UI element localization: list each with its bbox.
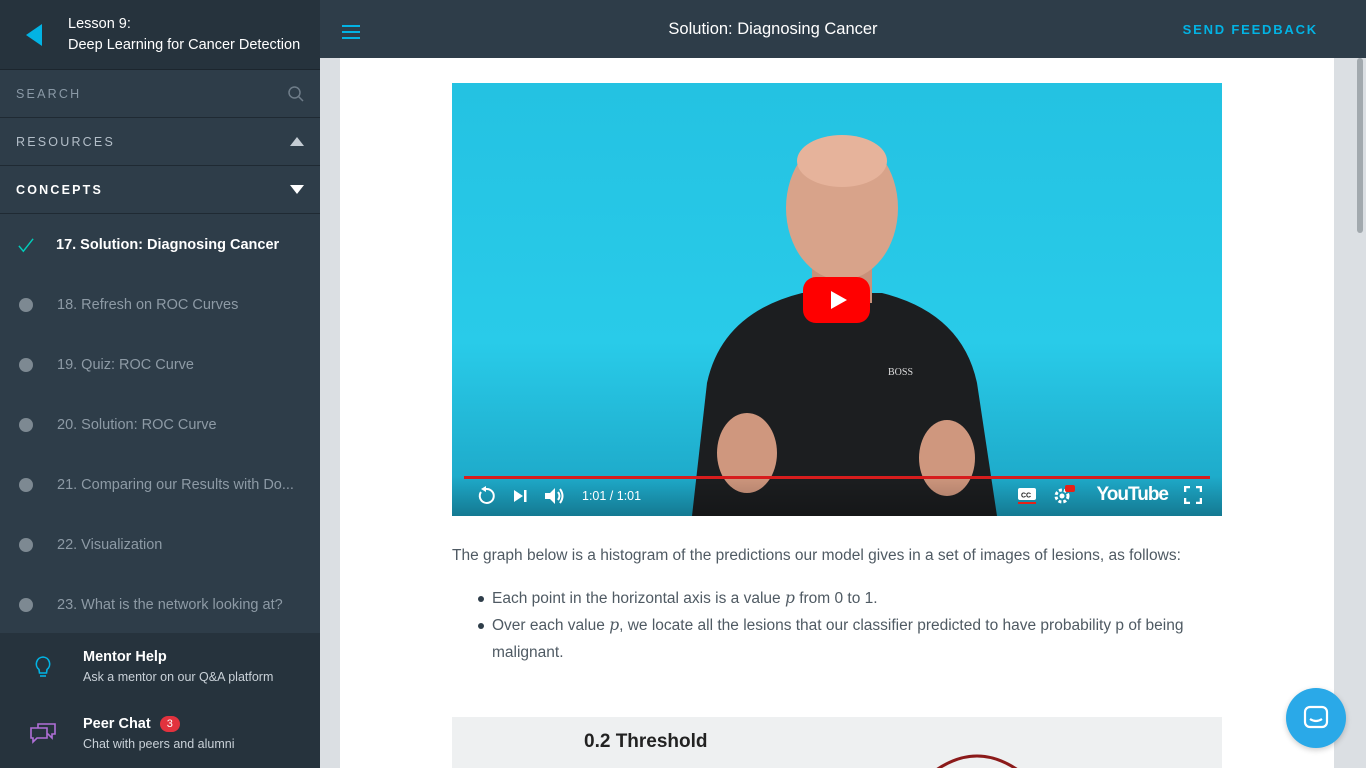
status-dot-icon bbox=[19, 538, 33, 552]
video-controls-right: CC YouTube bbox=[1017, 484, 1202, 506]
resources-label: RESOURCES bbox=[16, 134, 115, 149]
settings-gear-icon[interactable] bbox=[1053, 485, 1075, 505]
video-controls: 1:01 / 1:01 CC YouTube bbox=[452, 476, 1222, 516]
play-button[interactable] bbox=[803, 277, 870, 323]
play-icon bbox=[830, 291, 847, 309]
lightbulb-icon bbox=[35, 655, 51, 677]
concept-list: 17. Solution: Diagnosing Cancer 18. Refr… bbox=[0, 215, 320, 633]
bullet-list: Each point in the horizontal axis is a v… bbox=[452, 585, 1222, 666]
mentor-help-link[interactable]: Mentor Help Ask a mentor on our Q&A plat… bbox=[0, 633, 320, 700]
concept-label: 20. Solution: ROC Curve bbox=[57, 417, 217, 433]
lesson-header: Lesson 9: Deep Learning for Cancer Detec… bbox=[0, 0, 320, 70]
concept-item-18[interactable]: 18. Refresh on ROC Curves bbox=[0, 275, 320, 335]
back-arrow-icon bbox=[26, 23, 42, 46]
mentor-help-subtitle: Ask a mentor on our Q&A platform bbox=[83, 670, 274, 684]
search-icon[interactable] bbox=[288, 85, 304, 102]
back-button[interactable] bbox=[0, 0, 68, 70]
svg-text:CC: CC bbox=[1021, 493, 1031, 500]
concepts-toggle[interactable]: CONCEPTS bbox=[0, 166, 320, 214]
page-scrollbar-thumb[interactable] bbox=[1357, 58, 1363, 233]
concept-item-17[interactable]: 17. Solution: Diagnosing Cancer bbox=[0, 215, 320, 275]
video-time: 1:01 / 1:01 bbox=[582, 489, 642, 503]
status-dot-icon bbox=[19, 298, 33, 312]
resources-toggle[interactable]: RESOURCES bbox=[0, 118, 320, 166]
bullet-text: Each point in the horizontal axis is a v… bbox=[492, 590, 785, 607]
concept-item-22[interactable]: 22. Visualization bbox=[0, 515, 320, 575]
peer-chat-subtitle: Chat with peers and alumni bbox=[83, 737, 235, 751]
status-dot-icon bbox=[19, 598, 33, 612]
figure-curve bbox=[936, 754, 1018, 768]
concept-item-21[interactable]: 21. Comparing our Results with Do... bbox=[0, 455, 320, 515]
chevron-down-icon bbox=[290, 185, 304, 194]
concept-item-19[interactable]: 19. Quiz: ROC Curve bbox=[0, 335, 320, 395]
top-bar: Solution: Diagnosing Cancer SEND FEEDBAC… bbox=[320, 0, 1366, 58]
fullscreen-icon[interactable] bbox=[1184, 486, 1202, 504]
concept-item-20[interactable]: 20. Solution: ROC Curve bbox=[0, 395, 320, 455]
status-dot-icon bbox=[19, 478, 33, 492]
chat-icon bbox=[30, 722, 56, 744]
concept-label: 18. Refresh on ROC Curves bbox=[57, 297, 239, 313]
mentor-help-title: Mentor Help bbox=[83, 649, 167, 665]
intro-paragraph: The graph below is a histogram of the pr… bbox=[452, 547, 1181, 564]
chat-launcher-button[interactable] bbox=[1286, 688, 1346, 748]
next-icon[interactable] bbox=[512, 488, 528, 504]
page-scrollbar[interactable] bbox=[1354, 58, 1366, 768]
send-feedback-button[interactable]: SEND FEEDBACK bbox=[1183, 22, 1318, 37]
concept-label: 17. Solution: Diagnosing Cancer bbox=[56, 237, 280, 253]
search-row[interactable]: SEARCH bbox=[0, 70, 320, 118]
bullet-text: Over each value bbox=[492, 617, 610, 634]
chevron-up-icon bbox=[290, 137, 304, 146]
concept-item-23[interactable]: 23. What is the network looking at? bbox=[0, 575, 320, 633]
peer-chat-link[interactable]: Peer Chat 3 Chat with peers and alumni bbox=[0, 700, 320, 767]
bullet-item: Each point in the horizontal axis is a v… bbox=[478, 585, 1222, 612]
concept-label: 21. Comparing our Results with Do... bbox=[57, 477, 294, 493]
replay-icon[interactable] bbox=[476, 486, 496, 506]
video-player[interactable]: BOSS 1:01 / 1:01 CC YouTube bbox=[452, 83, 1222, 516]
youtube-logo[interactable]: YouTube bbox=[1097, 484, 1169, 506]
help-panel: Mentor Help Ask a mentor on our Q&A plat… bbox=[0, 633, 320, 768]
main-content: BOSS 1:01 / 1:01 CC YouTube The graph be… bbox=[340, 58, 1334, 768]
math-variable: p bbox=[609, 616, 620, 634]
bullet-text: from 0 to 1. bbox=[794, 590, 878, 607]
page-title: Solution: Diagnosing Cancer bbox=[668, 19, 878, 38]
shirt-logo: BOSS bbox=[888, 367, 913, 378]
content-text: The graph below is a histogram of the pr… bbox=[452, 542, 1222, 666]
volume-icon[interactable] bbox=[544, 487, 566, 505]
concept-label: 23. What is the network looking at? bbox=[57, 597, 283, 613]
status-dot-icon bbox=[19, 358, 33, 372]
unread-badge: 3 bbox=[159, 716, 180, 732]
concepts-label: CONCEPTS bbox=[16, 182, 104, 197]
lesson-name: Deep Learning for Cancer Detection bbox=[68, 36, 301, 53]
captions-icon[interactable]: CC bbox=[1017, 486, 1037, 504]
bullet-item: Over each value p, we locate all the les… bbox=[478, 612, 1222, 666]
lesson-title: Lesson 9: Deep Learning for Cancer Detec… bbox=[68, 14, 300, 56]
threshold-figure: 0.2 Threshold bbox=[452, 717, 1222, 768]
search-label: SEARCH bbox=[16, 86, 82, 101]
math-variable: p bbox=[784, 589, 795, 607]
lesson-number: Lesson 9: bbox=[68, 15, 131, 32]
status-dot-icon bbox=[19, 418, 33, 432]
figure-title: 0.2 Threshold bbox=[584, 731, 708, 752]
check-icon bbox=[18, 238, 34, 253]
concept-label: 19. Quiz: ROC Curve bbox=[57, 357, 194, 373]
peer-chat-label: Peer Chat bbox=[83, 716, 151, 732]
chat-bubble-icon bbox=[1303, 705, 1329, 729]
peer-chat-title: Peer Chat 3 bbox=[83, 716, 234, 732]
concept-label: 22. Visualization bbox=[57, 537, 163, 553]
